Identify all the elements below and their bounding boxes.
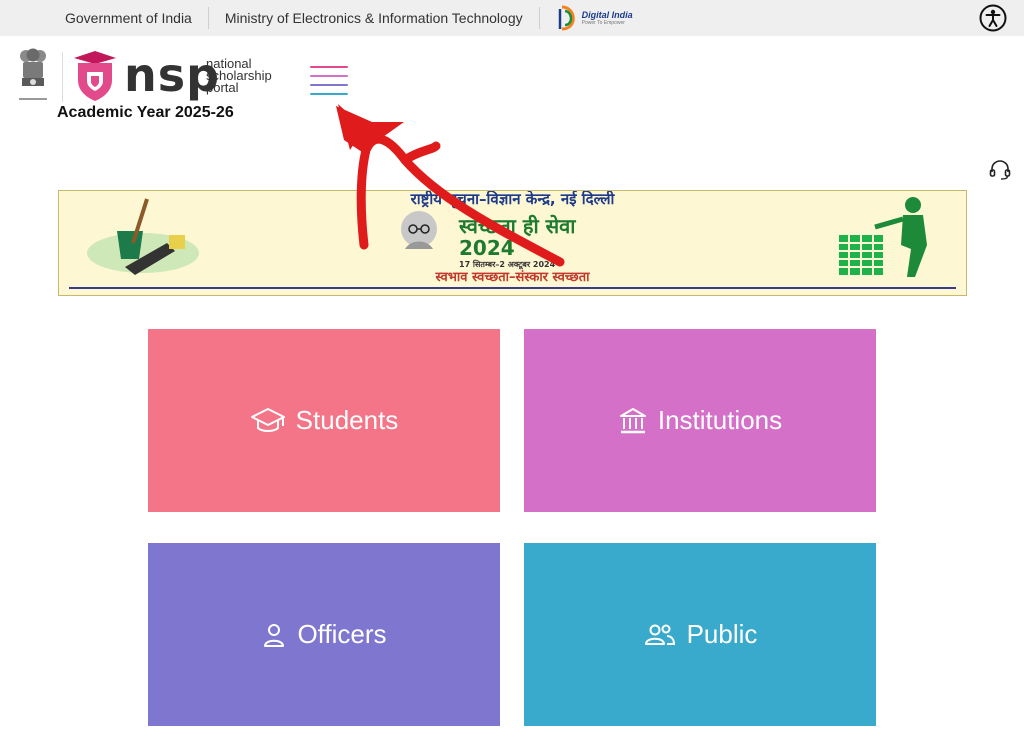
gandhi-glasses-icon: [401, 211, 437, 249]
menu-line: [310, 75, 348, 77]
digital-india-tagline: Power To Empower: [581, 20, 625, 26]
menu-line: [310, 93, 348, 95]
institutions-tile[interactable]: Institutions: [524, 329, 876, 512]
headset-icon[interactable]: [988, 158, 1012, 182]
logo-divider: [62, 52, 63, 102]
nsp-shield-logo-icon[interactable]: [72, 50, 118, 102]
digital-india-mark-icon: [558, 5, 575, 31]
public-tile-label: Public: [686, 619, 758, 649]
banner-main-title: स्वच्छता ही सेवा 2024: [459, 214, 576, 260]
banner-divider-line: [69, 287, 956, 289]
digital-india-title: Digital India: [581, 10, 633, 20]
institution-building-icon: [619, 407, 646, 433]
digital-india-logo[interactable]: Digital India Power To Empower: [556, 5, 633, 31]
people-group-icon: [644, 624, 675, 645]
banner-main-title-block: स्वच्छता ही सेवा 2024 17 सितम्बर–2 अक्टू…: [459, 214, 634, 269]
government-top-bar: Government of India Ministry of Electron…: [0, 0, 1024, 36]
hamburger-menu-icon[interactable]: [310, 66, 348, 100]
students-tile[interactable]: Students: [148, 329, 500, 512]
menu-line: [310, 66, 348, 68]
nsp-logo-tagline: national scholarship portal: [206, 57, 272, 95]
accessibility-icon[interactable]: [979, 4, 1007, 32]
academic-year-label: Academic Year 2025-26: [57, 104, 234, 121]
officers-tile-label: Officers: [297, 619, 387, 649]
students-tile-label: Students: [295, 405, 399, 435]
officers-tile[interactable]: Officers: [148, 543, 500, 726]
nsp-home-page: Government of India Ministry of Electron…: [0, 0, 1024, 755]
officer-person-icon: [264, 623, 285, 647]
swachhata-banner[interactable]: राष्ट्रीय सूचना–विज्ञान केन्द्र, नई दिल्…: [58, 190, 967, 296]
tagline-line: portal: [206, 80, 239, 95]
government-of-india-link[interactable]: Government of India: [0, 7, 209, 29]
ministry-link[interactable]: Ministry of Electronics & Information Te…: [209, 7, 540, 29]
banner-bottom-text: स्वभाव स्वच्छता–संस्कार स्वच्छता: [435, 270, 590, 285]
menu-line: [310, 84, 348, 86]
public-tile[interactable]: Public: [524, 543, 876, 726]
national-emblem-icon: [19, 48, 47, 100]
graduation-cap-icon: [250, 407, 285, 432]
institutions-tile-label: Institutions: [657, 405, 783, 435]
